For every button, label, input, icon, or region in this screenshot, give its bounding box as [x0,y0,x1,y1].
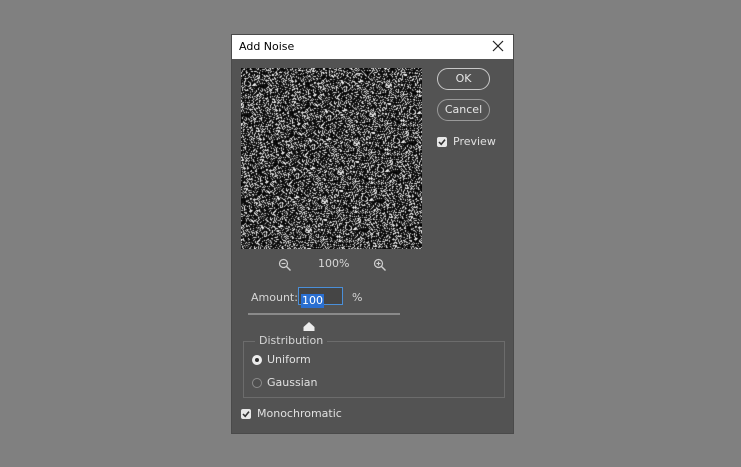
zoom-in-icon[interactable] [373,257,387,271]
ok-button[interactable]: OK [437,68,490,90]
distribution-group [243,341,505,398]
preview-label: Preview [453,135,496,148]
radio-uniform[interactable] [252,355,262,365]
close-button[interactable] [489,37,507,55]
noise-preview-image [241,68,422,249]
zoom-level: 100% [318,257,350,270]
uniform-label: Uniform [267,353,311,366]
monochromatic-checkbox[interactable] [241,409,251,419]
amount-value: 100 [301,294,324,308]
noise-preview[interactable] [241,68,422,249]
distribution-legend: Distribution [255,334,328,347]
radio-gaussian[interactable] [252,378,262,388]
dialog-title: Add Noise [239,40,295,53]
amount-slider-track[interactable] [248,313,400,315]
preview-checkbox[interactable] [437,137,447,147]
close-icon [492,40,504,52]
amount-unit: % [352,291,363,304]
monochromatic-label: Monochromatic [257,407,342,420]
amount-input[interactable]: 100 [298,287,343,308]
cancel-button[interactable]: Cancel [437,99,490,121]
title-bar[interactable]: Add Noise [232,35,513,59]
zoom-out-icon[interactable] [278,257,292,271]
amount-slider-thumb[interactable] [303,316,315,331]
gaussian-label: Gaussian [267,376,318,389]
checkmark-icon [242,411,250,418]
checkmark-icon [438,139,446,146]
add-noise-dialog: Add Noise OK Cancel Preview 100% Amount:… [232,35,513,433]
amount-label: Amount: [251,291,298,304]
